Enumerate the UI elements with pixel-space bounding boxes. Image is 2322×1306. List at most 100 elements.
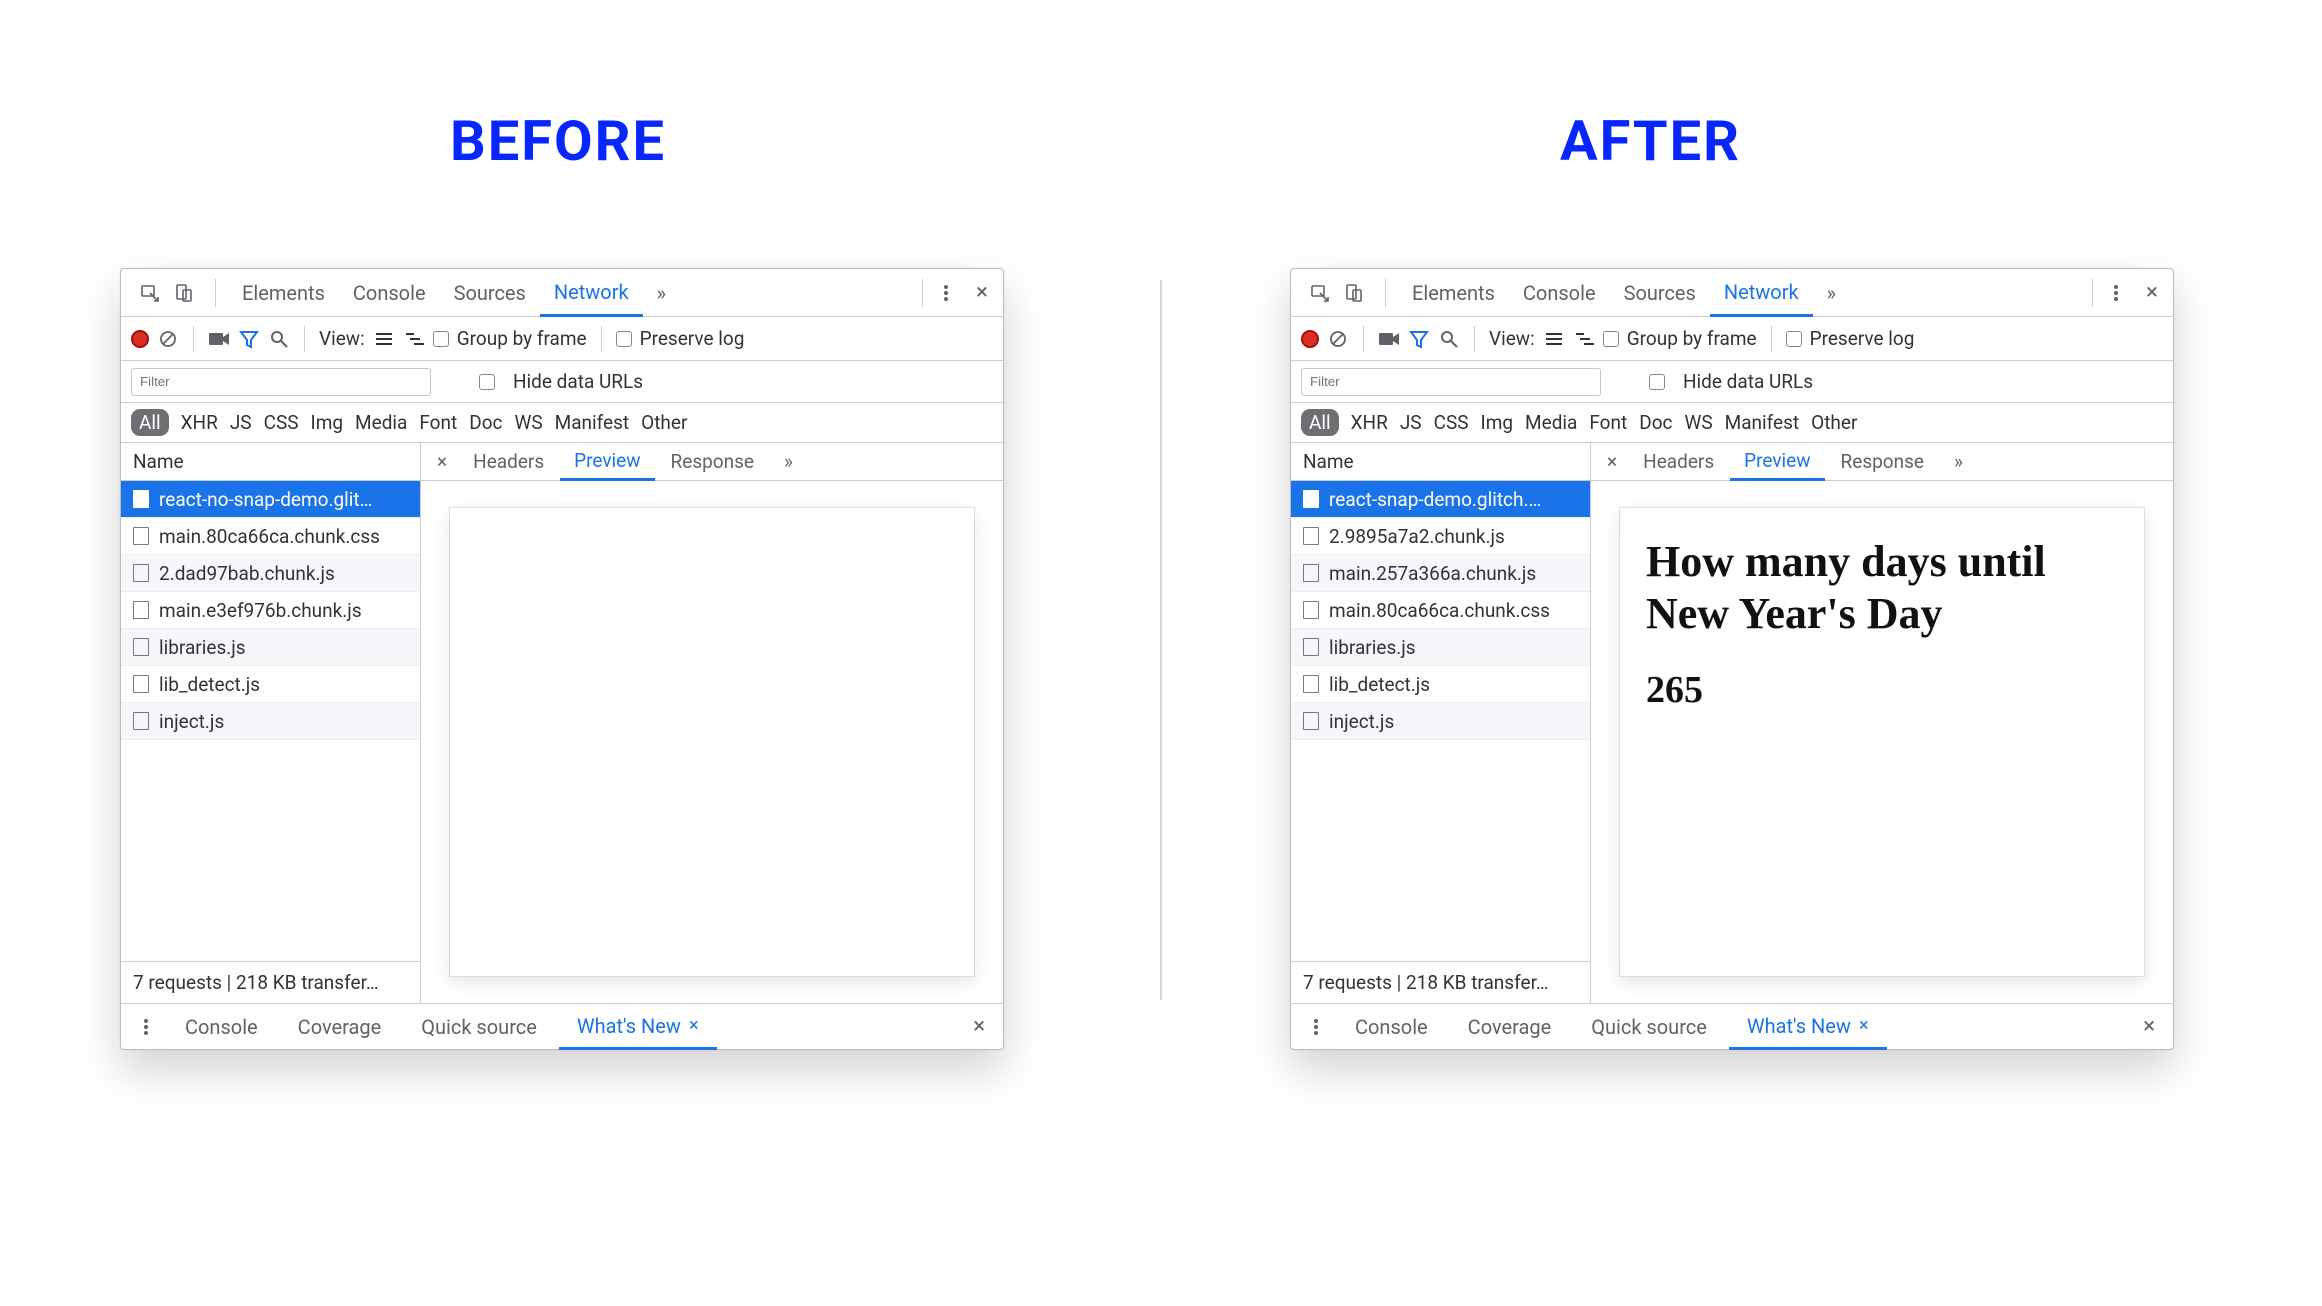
tab-elements[interactable]: Elements	[1398, 269, 1509, 316]
clear-icon[interactable]	[1327, 328, 1349, 350]
drawer-tab-whatsnew[interactable]: What's New ×	[1729, 1005, 1887, 1050]
request-row[interactable]: 2.dad97bab.chunk.js	[121, 555, 420, 592]
request-row[interactable]: 2.9895a7a2.chunk.js	[1291, 518, 1590, 555]
close-drawer-icon[interactable]: ×	[2133, 1014, 2165, 1039]
type-css[interactable]: CSS	[264, 411, 299, 434]
tab-network[interactable]: Network	[1710, 270, 1813, 317]
group-by-frame-checkbox[interactable]	[1603, 331, 1619, 347]
type-all[interactable]: All	[131, 409, 169, 436]
detail-tab-response[interactable]: Response	[657, 443, 768, 480]
type-img[interactable]: Img	[1481, 411, 1514, 434]
view-list-icon[interactable]	[373, 328, 395, 350]
drawer-tab-console[interactable]: Console	[1337, 1004, 1446, 1049]
device-toggle-icon[interactable]	[1343, 282, 1365, 304]
type-js[interactable]: JS	[230, 411, 252, 434]
type-img[interactable]: Img	[311, 411, 344, 434]
device-toggle-icon[interactable]	[173, 282, 195, 304]
kebab-menu-icon[interactable]	[2105, 282, 2127, 304]
camera-icon[interactable]	[1378, 328, 1400, 350]
tabs-overflow-icon[interactable]: »	[643, 269, 680, 316]
close-tab-icon[interactable]: ×	[689, 1015, 699, 1036]
request-row[interactable]: react-snap-demo.glitch.…	[1291, 481, 1590, 518]
tab-elements[interactable]: Elements	[228, 269, 339, 316]
filter-icon[interactable]	[1408, 328, 1430, 350]
request-row[interactable]: main.257a366a.chunk.js	[1291, 555, 1590, 592]
detail-tab-preview[interactable]: Preview	[1730, 444, 1824, 481]
type-other[interactable]: Other	[1811, 411, 1857, 434]
type-js[interactable]: JS	[1400, 411, 1422, 434]
request-row[interactable]: libraries.js	[121, 629, 420, 666]
drawer-tab-quicksource[interactable]: Quick source	[1573, 1004, 1725, 1049]
request-row[interactable]: react-no-snap-demo.glit…	[121, 481, 420, 518]
request-row[interactable]: inject.js	[121, 703, 420, 740]
type-media[interactable]: Media	[1525, 411, 1577, 434]
filter-icon[interactable]	[238, 328, 260, 350]
type-doc[interactable]: Doc	[1639, 411, 1672, 434]
tab-network[interactable]: Network	[540, 270, 643, 317]
drawer-tab-coverage[interactable]: Coverage	[1450, 1004, 1570, 1049]
type-font[interactable]: Font	[1589, 411, 1627, 434]
tab-sources[interactable]: Sources	[440, 269, 540, 316]
detail-tab-preview[interactable]: Preview	[560, 444, 654, 481]
group-by-frame-checkbox[interactable]	[433, 331, 449, 347]
filter-input[interactable]	[131, 368, 431, 396]
request-row[interactable]: lib_detect.js	[121, 666, 420, 703]
inspect-icon[interactable]	[139, 282, 161, 304]
request-row[interactable]: libraries.js	[1291, 629, 1590, 666]
preserve-log-checkbox[interactable]	[1786, 331, 1802, 347]
detail-tab-response[interactable]: Response	[1827, 443, 1938, 480]
type-manifest[interactable]: Manifest	[1725, 411, 1800, 434]
close-tab-icon[interactable]: ×	[1859, 1015, 1869, 1036]
type-ws[interactable]: WS	[1684, 411, 1712, 434]
inspect-icon[interactable]	[1309, 282, 1331, 304]
close-detail-icon[interactable]: ×	[427, 450, 457, 473]
record-button[interactable]	[131, 330, 149, 348]
clear-icon[interactable]	[157, 328, 179, 350]
camera-icon[interactable]	[208, 328, 230, 350]
detail-tab-headers[interactable]: Headers	[1629, 443, 1728, 480]
tab-sources[interactable]: Sources	[1610, 269, 1710, 316]
drawer-kebab-icon[interactable]	[1305, 1016, 1327, 1038]
type-media[interactable]: Media	[355, 411, 407, 434]
tab-console[interactable]: Console	[1509, 269, 1610, 316]
drawer-kebab-icon[interactable]	[135, 1016, 157, 1038]
hide-data-urls-checkbox[interactable]	[479, 374, 495, 390]
request-row[interactable]: lib_detect.js	[1291, 666, 1590, 703]
type-manifest[interactable]: Manifest	[555, 411, 630, 434]
close-drawer-icon[interactable]: ×	[963, 1014, 995, 1039]
close-devtools-icon[interactable]: ×	[971, 282, 993, 304]
column-header-name[interactable]: Name	[1291, 443, 1590, 481]
type-xhr[interactable]: XHR	[181, 411, 218, 434]
view-list-icon[interactable]	[1543, 328, 1565, 350]
drawer-tab-whatsnew[interactable]: What's New ×	[559, 1005, 717, 1050]
detail-tabs-overflow-icon[interactable]: »	[1940, 443, 1977, 480]
request-row[interactable]: inject.js	[1291, 703, 1590, 740]
tabs-overflow-icon[interactable]: »	[1813, 269, 1850, 316]
type-xhr[interactable]: XHR	[1351, 411, 1388, 434]
request-row[interactable]: main.80ca66ca.chunk.css	[1291, 592, 1590, 629]
kebab-menu-icon[interactable]	[935, 282, 957, 304]
request-row[interactable]: main.80ca66ca.chunk.css	[121, 518, 420, 555]
detail-tabs-overflow-icon[interactable]: »	[770, 443, 807, 480]
drawer-tab-console[interactable]: Console	[167, 1004, 276, 1049]
type-css[interactable]: CSS	[1434, 411, 1469, 434]
close-detail-icon[interactable]: ×	[1597, 450, 1627, 473]
drawer-tab-coverage[interactable]: Coverage	[280, 1004, 400, 1049]
tab-console[interactable]: Console	[339, 269, 440, 316]
drawer-tab-quicksource[interactable]: Quick source	[403, 1004, 555, 1049]
column-header-name[interactable]: Name	[121, 443, 420, 481]
view-waterfall-icon[interactable]	[1573, 328, 1595, 350]
request-row[interactable]: main.e3ef976b.chunk.js	[121, 592, 420, 629]
filter-input[interactable]	[1301, 368, 1601, 396]
type-doc[interactable]: Doc	[469, 411, 502, 434]
close-devtools-icon[interactable]: ×	[2141, 282, 2163, 304]
view-waterfall-icon[interactable]	[403, 328, 425, 350]
hide-data-urls-checkbox[interactable]	[1649, 374, 1665, 390]
search-icon[interactable]	[268, 328, 290, 350]
record-button[interactable]	[1301, 330, 1319, 348]
type-other[interactable]: Other	[641, 411, 687, 434]
preserve-log-checkbox[interactable]	[616, 331, 632, 347]
search-icon[interactable]	[1438, 328, 1460, 350]
type-font[interactable]: Font	[419, 411, 457, 434]
type-ws[interactable]: WS	[514, 411, 542, 434]
